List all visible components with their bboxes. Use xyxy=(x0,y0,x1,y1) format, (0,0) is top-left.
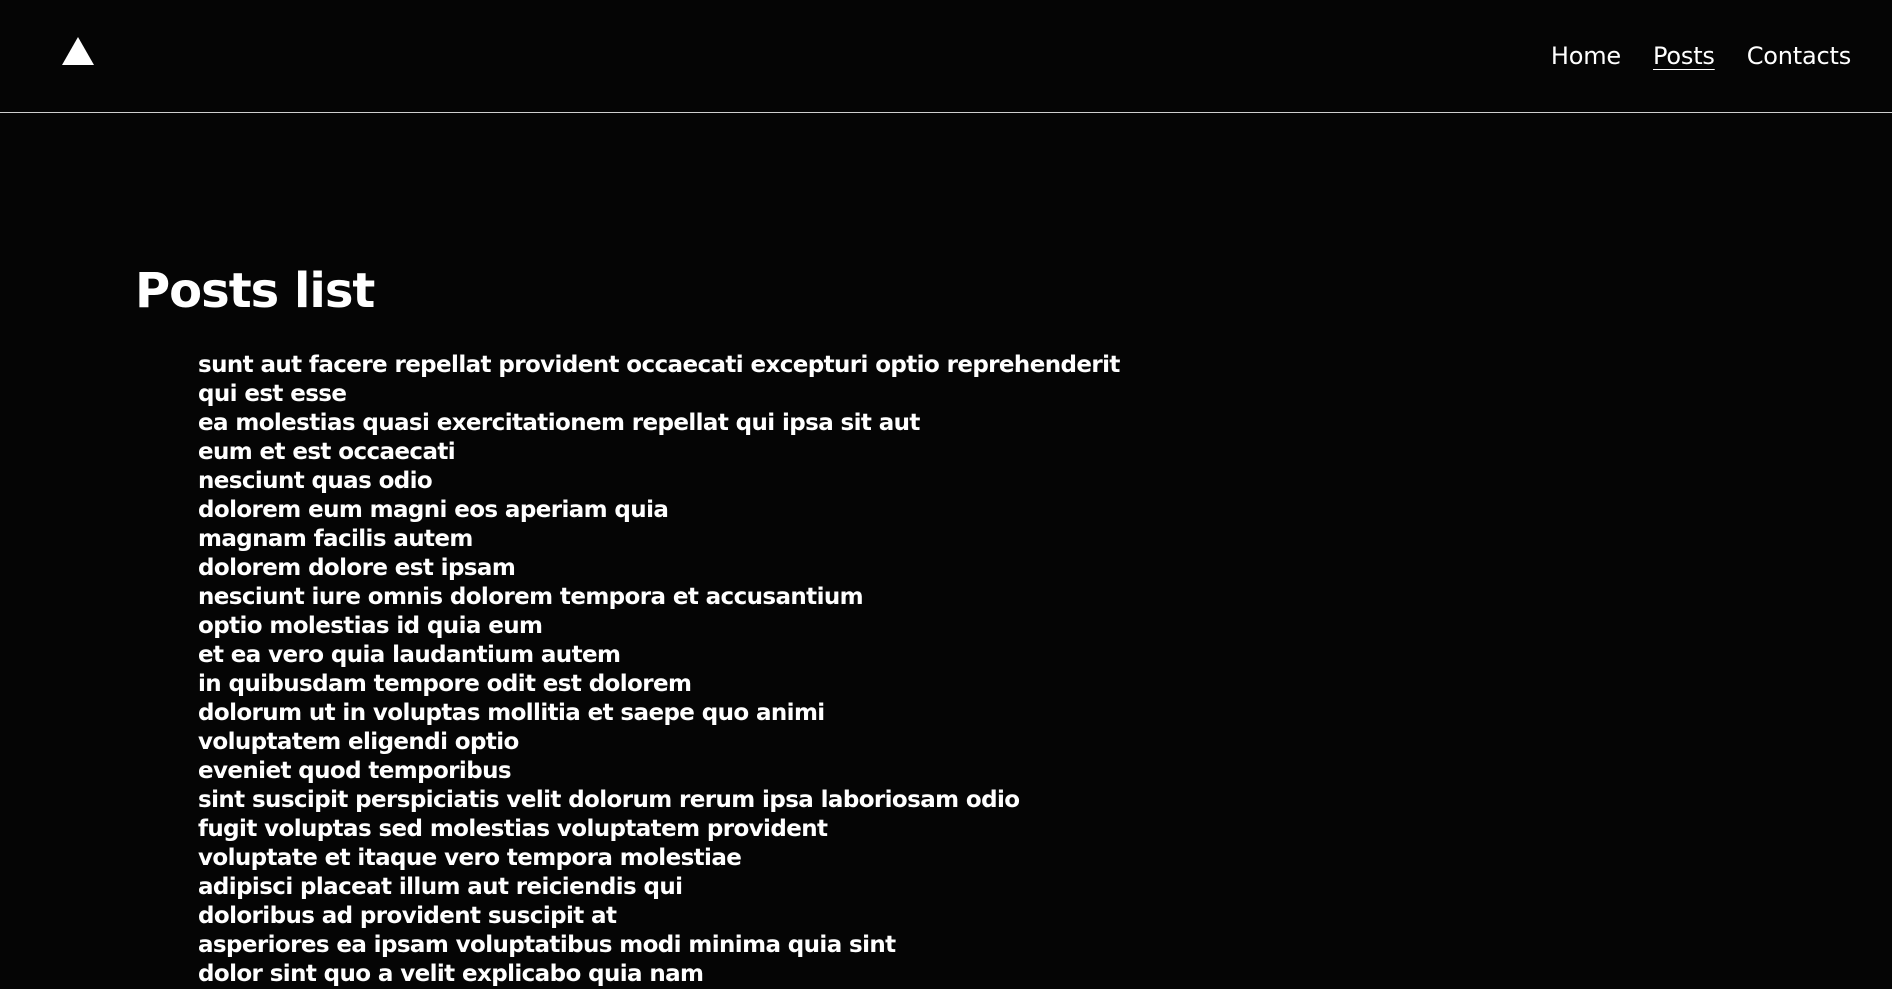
post-link[interactable]: in quibusdam tempore odit est dolorem xyxy=(198,671,692,697)
list-item: nesciunt quas odio xyxy=(198,467,1120,496)
page-title: Posts list xyxy=(135,263,375,319)
post-link[interactable]: nesciunt quas odio xyxy=(198,468,433,494)
nav-link-contacts[interactable]: Contacts xyxy=(1747,40,1851,72)
post-link[interactable]: adipisci placeat illum aut reiciendis qu… xyxy=(198,874,683,900)
post-link[interactable]: doloribus ad provident suscipit at xyxy=(198,903,617,929)
list-item: dolorum ut in voluptas mollitia et saepe… xyxy=(198,699,1120,728)
list-item: ea molestias quasi exercitationem repell… xyxy=(198,409,1120,438)
list-item: eum et est occaecati xyxy=(198,438,1120,467)
list-item: dolorem dolore est ipsam xyxy=(198,554,1120,583)
list-item: eveniet quod temporibus xyxy=(198,757,1120,786)
post-link[interactable]: ea molestias quasi exercitationem repell… xyxy=(198,410,920,436)
list-item: sunt aut facere repellat provident occae… xyxy=(198,351,1120,380)
triangle-logo-icon xyxy=(62,37,94,65)
list-item: optio molestias id quia eum xyxy=(198,612,1120,641)
post-link[interactable]: fugit voluptas sed molestias voluptatem … xyxy=(198,816,828,842)
post-link[interactable]: et ea vero quia laudantium autem xyxy=(198,642,621,668)
list-item: in quibusdam tempore odit est dolorem xyxy=(198,670,1120,699)
nav-link-posts[interactable]: Posts xyxy=(1653,40,1715,72)
site-header: Home Posts Contacts xyxy=(0,0,1892,113)
post-link[interactable]: dolor sint quo a velit explicabo quia na… xyxy=(198,961,704,987)
post-link[interactable]: dolorem eum magni eos aperiam quia xyxy=(198,497,669,523)
list-item: adipisci placeat illum aut reiciendis qu… xyxy=(198,873,1120,902)
list-item: nesciunt iure omnis dolorem tempora et a… xyxy=(198,583,1120,612)
list-item: doloribus ad provident suscipit at xyxy=(198,902,1120,931)
post-link[interactable]: optio molestias id quia eum xyxy=(198,613,543,639)
post-link[interactable]: sunt aut facere repellat provident occae… xyxy=(198,352,1120,378)
post-link[interactable]: magnam facilis autem xyxy=(198,526,473,552)
post-link[interactable]: eveniet quod temporibus xyxy=(198,758,512,784)
list-item: sint suscipit perspiciatis velit dolorum… xyxy=(198,786,1120,815)
posts-list: sunt aut facere repellat provident occae… xyxy=(198,351,1120,989)
post-link[interactable]: dolorum ut in voluptas mollitia et saepe… xyxy=(198,700,825,726)
list-item: asperiores ea ipsam voluptatibus modi mi… xyxy=(198,931,1120,960)
nav-link-home[interactable]: Home xyxy=(1551,40,1621,72)
post-link[interactable]: nesciunt iure omnis dolorem tempora et a… xyxy=(198,584,864,610)
post-link[interactable]: eum et est occaecati xyxy=(198,439,456,465)
list-item: dolorem eum magni eos aperiam quia xyxy=(198,496,1120,525)
list-item: fugit voluptas sed molestias voluptatem … xyxy=(198,815,1120,844)
list-item: et ea vero quia laudantium autem xyxy=(198,641,1120,670)
post-link[interactable]: voluptate et itaque vero tempora molesti… xyxy=(198,845,742,871)
post-link[interactable]: qui est esse xyxy=(198,381,347,407)
list-item: qui est esse xyxy=(198,380,1120,409)
list-item: dolor sint quo a velit explicabo quia na… xyxy=(198,960,1120,989)
main-nav: Home Posts Contacts xyxy=(1551,40,1851,72)
list-item: voluptatem eligendi optio xyxy=(198,728,1120,757)
post-link[interactable]: sint suscipit perspiciatis velit dolorum… xyxy=(198,787,1020,813)
post-link[interactable]: voluptatem eligendi optio xyxy=(198,729,519,755)
list-item: magnam facilis autem xyxy=(198,525,1120,554)
post-link[interactable]: asperiores ea ipsam voluptatibus modi mi… xyxy=(198,932,896,958)
post-link[interactable]: dolorem dolore est ipsam xyxy=(198,555,516,581)
list-item: voluptate et itaque vero tempora molesti… xyxy=(198,844,1120,873)
